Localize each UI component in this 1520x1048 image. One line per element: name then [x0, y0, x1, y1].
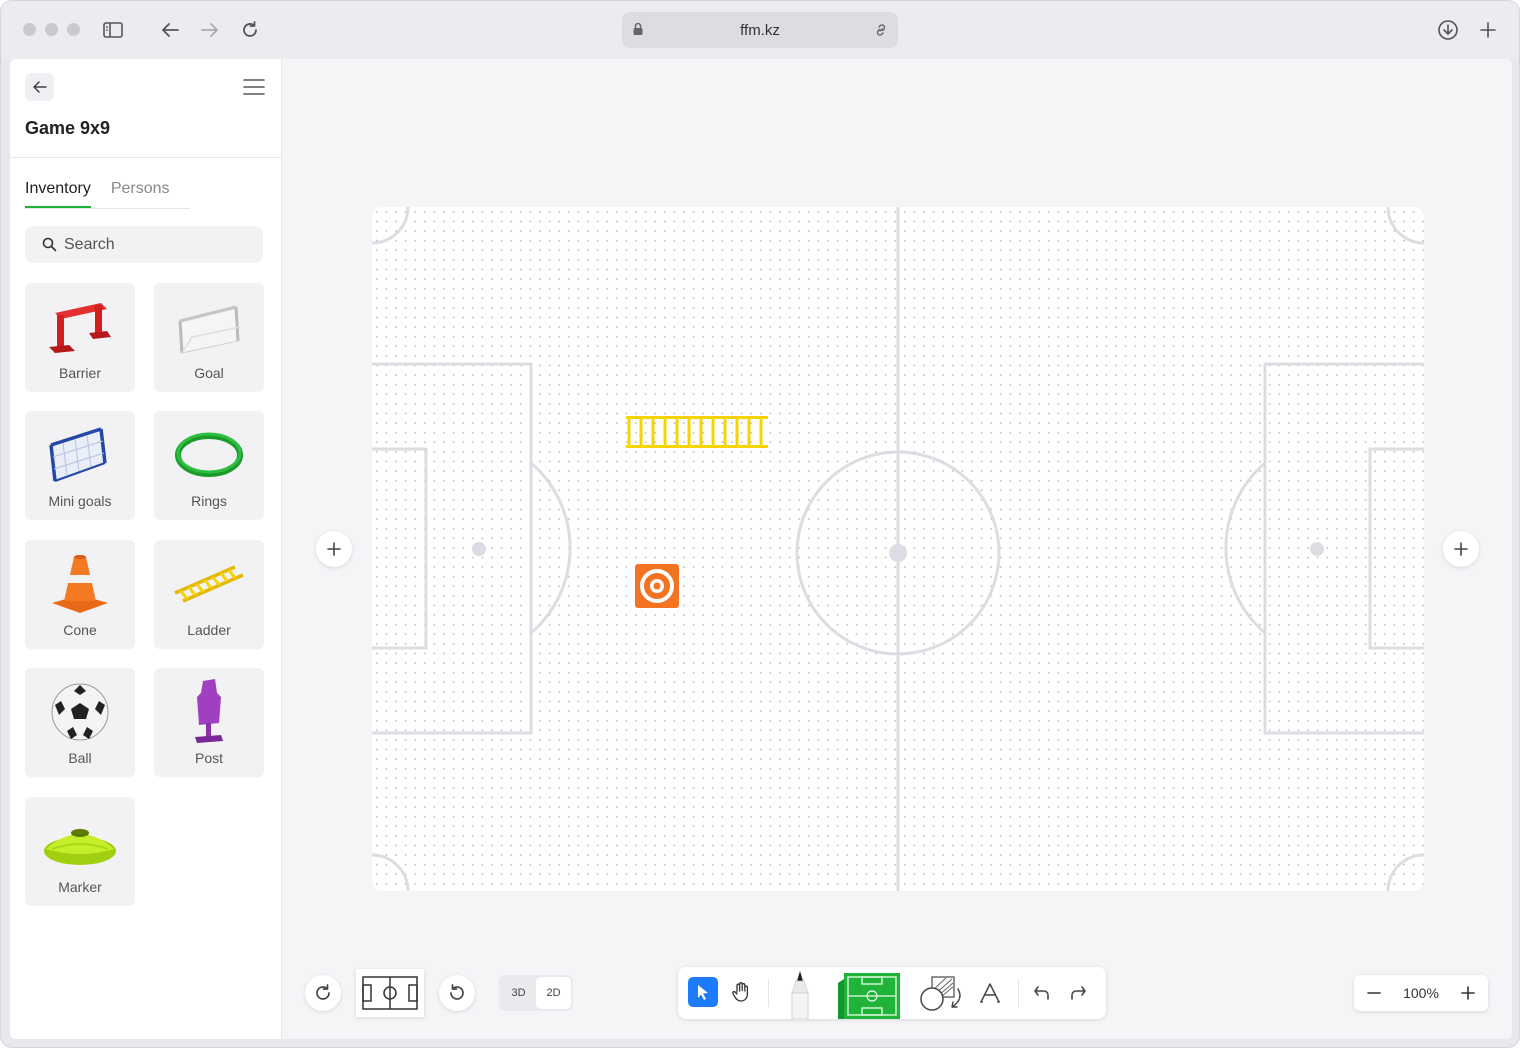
item-label: Marker — [58, 879, 102, 895]
field-layout-button[interactable] — [356, 969, 424, 1017]
rotate-counterclockwise-icon — [450, 984, 464, 1000]
reload-icon[interactable] — [236, 16, 264, 44]
field-background-button[interactable] — [836, 973, 902, 1019]
item-label: Ball — [68, 750, 92, 766]
shapes-tool-button[interactable] — [918, 975, 966, 1013]
ball-icon — [25, 676, 135, 748]
post-icon — [154, 676, 264, 748]
green-pitch-icon — [838, 973, 900, 1019]
back-arrow-icon — [32, 81, 47, 93]
inventory-item-ladder[interactable]: Ladder — [154, 540, 264, 649]
view-3d-button[interactable]: 3D — [501, 977, 536, 1009]
item-label: Post — [194, 750, 223, 766]
redo-icon — [1071, 986, 1086, 1000]
reset-rotation-button[interactable] — [439, 975, 475, 1011]
toolbar-divider — [1018, 979, 1019, 1007]
mini-goals-icon — [25, 419, 135, 491]
cursor-icon — [698, 985, 708, 1000]
link-icon[interactable] — [873, 22, 889, 42]
pan-tool-button[interactable] — [726, 977, 756, 1007]
zoom-in-button[interactable] — [1458, 983, 1478, 1003]
redo-button[interactable] — [1064, 979, 1092, 1007]
rotate-clockwise-icon — [316, 984, 330, 1000]
inventory-item-marker[interactable]: Marker — [25, 797, 135, 906]
marker-pen-icon — [791, 971, 809, 1019]
download-icon[interactable] — [1434, 16, 1462, 44]
close-window-button[interactable] — [23, 23, 36, 36]
hand-icon — [732, 982, 749, 1002]
item-label: Barrier — [58, 365, 101, 381]
plus-icon — [1454, 542, 1468, 556]
url-text: ffm.kz — [740, 21, 780, 39]
search-box[interactable] — [25, 226, 263, 263]
add-field-right-button[interactable] — [1443, 531, 1479, 567]
tab-inventory[interactable]: Inventory — [25, 177, 91, 208]
select-tool-button[interactable] — [688, 977, 718, 1007]
zoom-out-button[interactable] — [1364, 983, 1384, 1003]
field-layout-icon — [362, 976, 418, 1010]
plus-icon — [1461, 986, 1475, 1000]
shapes-icon — [920, 976, 961, 1011]
rotate-field-button[interactable] — [305, 975, 341, 1011]
browser-toolbar: ffm.kz — [1, 1, 1519, 59]
minimize-window-button[interactable] — [45, 23, 58, 36]
address-bar[interactable]: ffm.kz — [622, 12, 898, 48]
placed-marker[interactable] — [635, 564, 679, 608]
rings-icon — [154, 419, 264, 491]
zoom-window-button[interactable] — [67, 23, 80, 36]
page-title: Game 9x9 — [25, 118, 111, 138]
browser-window: ffm.kz Game 9x9 Inventory Persons Search… — [0, 0, 1520, 1048]
search-input[interactable] — [64, 235, 254, 254]
item-label: Cone — [63, 622, 97, 638]
back-arrow-icon[interactable] — [156, 16, 184, 44]
inventory-sidebar: Game 9x9 Inventory Persons Search Barrie… — [10, 59, 282, 1039]
toolbar-divider — [768, 979, 769, 1007]
forward-arrow-icon[interactable] — [196, 16, 224, 44]
inventory-item-cone[interactable]: Cone — [25, 540, 135, 649]
tactics-board-field[interactable] — [372, 207, 1424, 891]
barrier-icon — [25, 291, 135, 363]
lock-icon — [632, 22, 644, 40]
new-tab-icon[interactable] — [1474, 16, 1502, 44]
back-button[interactable] — [25, 73, 54, 101]
item-label: Rings — [191, 493, 227, 509]
undo-icon — [1034, 986, 1049, 1000]
app-area: Game 9x9 Inventory Persons Search Barrie… — [10, 59, 1512, 1039]
goal-icon — [154, 291, 264, 363]
item-label: Mini goals — [48, 493, 112, 509]
zoom-control: 100% — [1354, 975, 1488, 1011]
inventory-item-barrier[interactable]: Barrier — [25, 283, 135, 392]
search-icon — [42, 237, 57, 252]
cone-icon — [25, 548, 135, 620]
text-icon — [980, 983, 1000, 1003]
text-tool-button[interactable] — [976, 979, 1004, 1007]
divider — [10, 157, 282, 158]
plus-icon — [327, 542, 341, 556]
zoom-level: 100% — [1403, 985, 1439, 1001]
item-label: Goal — [194, 365, 224, 381]
inventory-item-ball[interactable]: Ball — [25, 668, 135, 777]
add-field-left-button[interactable] — [316, 531, 352, 567]
sidebar-toggle-icon[interactable] — [99, 16, 127, 44]
placed-ladder[interactable] — [626, 414, 768, 450]
tab-persons[interactable]: Persons — [111, 177, 170, 208]
inventory-item-mini-goals[interactable]: Mini goals — [25, 411, 135, 520]
item-label: Ladder — [187, 622, 231, 638]
inventory-item-post[interactable]: Post — [154, 668, 264, 777]
view-2d-button[interactable]: 2D — [536, 977, 571, 1009]
minus-icon — [1367, 992, 1381, 994]
sidebar-tabs: Inventory Persons — [25, 177, 190, 209]
inventory-item-rings[interactable]: Rings — [154, 411, 264, 520]
view-mode-toggle: 3D 2D — [499, 975, 573, 1011]
marker-icon — [25, 805, 135, 877]
hamburger-menu-icon[interactable] — [242, 77, 266, 97]
ladder-icon — [154, 548, 264, 620]
drawing-toolbar — [678, 967, 1106, 1019]
inventory-item-goal[interactable]: Goal — [154, 283, 264, 392]
pitch-markings — [372, 207, 1424, 891]
pen-tool-button[interactable] — [782, 969, 818, 1019]
undo-button[interactable] — [1028, 979, 1056, 1007]
